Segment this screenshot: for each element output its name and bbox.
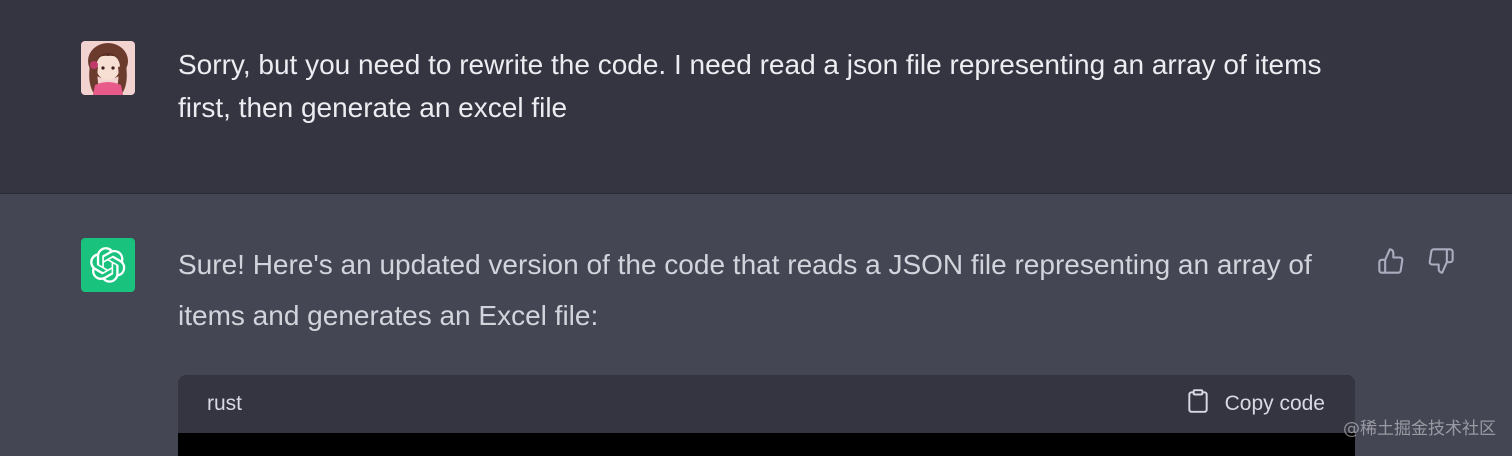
thumbs-up-icon[interactable] xyxy=(1376,246,1406,276)
clipboard-icon xyxy=(1185,388,1211,420)
code-block-header: rust Copy code xyxy=(178,375,1355,433)
code-block: rust Copy code xyxy=(178,375,1355,456)
user-message-text: Sorry, but you need to rewrite the code.… xyxy=(178,49,1322,123)
thumbs-down-icon[interactable] xyxy=(1426,246,1456,276)
user-avatar xyxy=(81,41,135,95)
watermark: @稀土掘金技术社区 xyxy=(1343,419,1496,439)
user-message-row: Sorry, but you need to rewrite the code.… xyxy=(0,0,1512,194)
chatgpt-logo-icon xyxy=(81,238,135,292)
code-language-label: rust xyxy=(207,392,243,415)
assistant-message-text: Sure! Here's an updated version of the c… xyxy=(178,249,1312,331)
copy-code-label: Copy code xyxy=(1224,392,1325,415)
copy-code-button[interactable]: Copy code xyxy=(1185,388,1325,420)
assistant-message-row: Sure! Here's an updated version of the c… xyxy=(0,194,1512,456)
